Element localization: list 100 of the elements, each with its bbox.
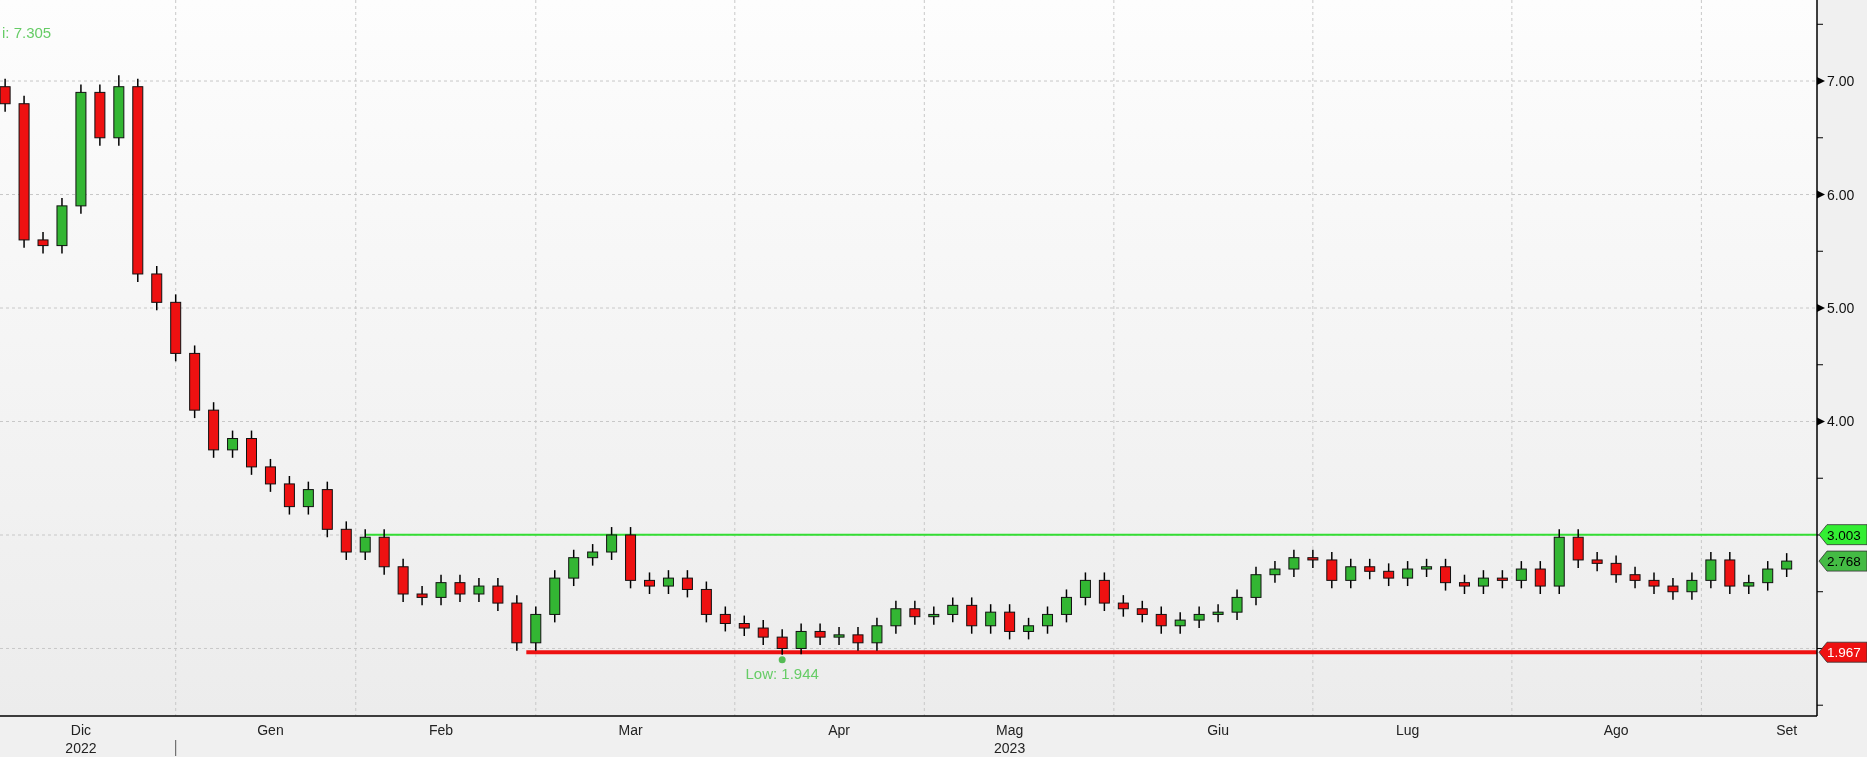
- candlestick: [1421, 558, 1433, 578]
- candlestick: [0, 78, 11, 113]
- candlestick: [1042, 605, 1053, 635]
- candlestick: [321, 480, 333, 538]
- candlestick: [606, 526, 618, 561]
- candlestick: [1364, 558, 1376, 580]
- candlestick: [1572, 528, 1584, 569]
- x-axis-label: Lug: [1395, 722, 1420, 738]
- candlestick: [1098, 571, 1110, 612]
- candlestick: [56, 197, 68, 255]
- candlestick: [1079, 571, 1091, 607]
- x-axis-label: Apr: [828, 722, 850, 738]
- candlestick: [625, 526, 637, 590]
- candlestick: [890, 600, 902, 635]
- candlestick: [94, 83, 106, 147]
- candlestick: [416, 585, 428, 607]
- candlestick: [1705, 551, 1717, 590]
- x-axis-label: Ago: [1603, 722, 1629, 738]
- candlestick: [871, 617, 883, 652]
- candlestick: [1591, 551, 1603, 573]
- candlestick: [985, 603, 997, 635]
- candlestick: [1288, 549, 1300, 578]
- x-axis-label: Set: [1776, 722, 1798, 738]
- candlestick: [435, 573, 447, 607]
- candlestick: [1174, 611, 1186, 635]
- candlestick: [795, 622, 807, 655]
- candlestick: [1743, 573, 1755, 595]
- candlestick: [1402, 560, 1414, 587]
- candlestick: [492, 577, 504, 612]
- y-axis-label: 7.00: [1827, 73, 1855, 90]
- candlestick: [1667, 577, 1679, 601]
- candlestick: [966, 596, 978, 635]
- ref-line-label: 1.967: [1827, 645, 1861, 661]
- candlestick: [1307, 549, 1319, 569]
- candlestick: [909, 600, 921, 626]
- candlestick: [1724, 551, 1736, 595]
- candlestick: [264, 458, 276, 493]
- candlestick: [1553, 528, 1565, 595]
- candlestick: [662, 569, 674, 595]
- y-axis-label: 4.00: [1827, 413, 1855, 430]
- candlestick: [1686, 571, 1698, 601]
- x-axis-label: Mar: [618, 722, 643, 738]
- candlestick: [1136, 600, 1148, 624]
- x-axis-label: Gen: [257, 722, 284, 738]
- candlestick: [1762, 560, 1774, 592]
- candlestick: [511, 594, 523, 652]
- candlestick: [246, 429, 257, 476]
- candlestick: [1193, 605, 1205, 629]
- candlestick: [283, 475, 295, 516]
- candlestick: [473, 577, 485, 603]
- candlestick: [738, 614, 750, 637]
- price-tag: 2.768: [1818, 550, 1867, 572]
- candlestick: [757, 619, 769, 646]
- marker-dot: [778, 656, 786, 664]
- x-axis-label: Dic 2022: [65, 722, 97, 756]
- candlestick: [1534, 560, 1546, 595]
- candlestick: [1023, 617, 1035, 641]
- candlestick: [1629, 566, 1641, 590]
- candlestick: [1155, 605, 1167, 635]
- price-tag: 1.967: [1818, 641, 1867, 663]
- candlestick: [568, 549, 580, 587]
- candlestick: [1477, 569, 1489, 595]
- high-label: i: 7.305: [2, 24, 52, 41]
- candlestick: [1231, 588, 1243, 621]
- candlestick: [454, 573, 466, 603]
- candlestick: [170, 293, 182, 363]
- ref-line-label: 3.003: [1827, 527, 1861, 543]
- candlestick: [776, 628, 788, 656]
- candlestick: [1440, 558, 1452, 592]
- x-axis-label: Feb: [428, 722, 454, 738]
- candlestick: [227, 429, 239, 459]
- candlestick: [151, 265, 163, 312]
- candlestick: [1345, 558, 1357, 590]
- candlestick: [378, 528, 390, 576]
- candlestick: [1383, 562, 1395, 587]
- x-axis-label: Giu: [1207, 722, 1229, 738]
- candlestick: [1060, 588, 1072, 624]
- candlestick: [302, 480, 314, 516]
- candlestick: [1269, 560, 1281, 584]
- candlestick: [1648, 571, 1660, 595]
- price-tag: 3.003: [1818, 524, 1867, 546]
- candlestick: [1459, 573, 1470, 595]
- candlestick: [359, 528, 371, 561]
- candlestick: [852, 626, 864, 652]
- candlestick: [1515, 560, 1527, 590]
- candlestick: [681, 569, 693, 599]
- candlestick: [1326, 551, 1338, 590]
- candlestick: [1250, 566, 1262, 607]
- candlestick: [700, 580, 712, 624]
- candlestick: [1117, 594, 1129, 618]
- candlestick: [1610, 554, 1622, 584]
- candlestick: [530, 605, 542, 652]
- candlestick: [37, 231, 49, 255]
- candlestick: [814, 622, 826, 646]
- candlestick: [340, 520, 352, 561]
- candlestick: [397, 558, 409, 603]
- x-axis-label: Mag 2023: [994, 722, 1026, 756]
- candlestick: [833, 626, 845, 646]
- candlestick: [1781, 552, 1793, 578]
- candlestick: [947, 596, 959, 624]
